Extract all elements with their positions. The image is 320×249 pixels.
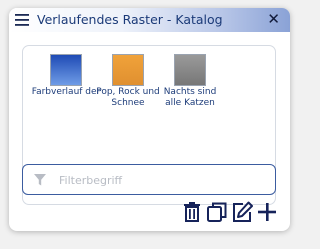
catalog-item-label: Nachts sind alle Katzen [163,87,217,108]
delete-icon[interactable] [181,201,203,223]
filter-box [22,164,276,195]
hamburger-menu-icon[interactable] [14,13,30,27]
filter-funnel-icon [34,174,46,186]
gradient-preview [112,54,144,86]
catalog-item-farbverlauf[interactable]: Farbverlauf der [31,54,101,98]
gradient-preview [50,54,82,86]
close-icon[interactable]: ✕ [267,10,280,28]
catalog-item-label: Farbverlauf der [31,87,101,97]
add-icon[interactable] [256,201,278,223]
duplicate-icon[interactable] [206,201,228,223]
title-bar: Verlaufendes Raster - Katalog ✕ [9,8,290,32]
catalog-item-nachts[interactable]: Nachts sind alle Katzen [155,54,225,108]
catalog-item-label: Pop, Rock und Schnee [96,87,160,108]
window-title: Verlaufendes Raster - Katalog [37,12,223,27]
catalog-item-pop-rock[interactable]: Pop, Rock und Schnee [93,54,163,108]
catalog-panel: Verlaufendes Raster - Katalog ✕ Farbverl… [9,8,290,231]
edit-icon[interactable] [231,201,253,223]
gradient-preview [174,54,206,86]
toolbar [181,201,281,223]
filter-input[interactable] [57,170,261,190]
